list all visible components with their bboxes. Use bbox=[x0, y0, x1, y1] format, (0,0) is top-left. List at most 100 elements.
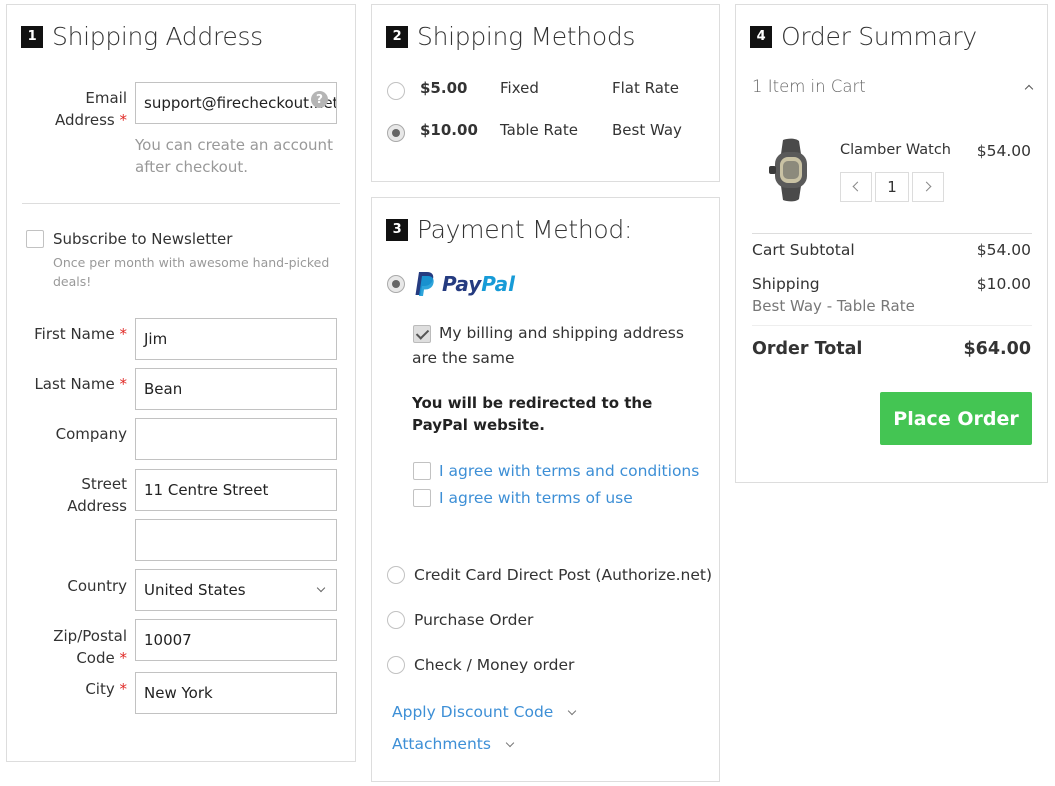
paypal-logo[interactable]: Pay Pal bbox=[414, 271, 515, 297]
payment-option-label[interactable]: Credit Card Direct Post (Authorize.net) bbox=[414, 564, 712, 586]
shipping-methods-panel: 2 Shipping Methods $5.00 Fixed Flat Rate… bbox=[371, 4, 720, 182]
street-label-line2: Address bbox=[67, 497, 127, 515]
shipping-address-heading: 1 Shipping Address bbox=[21, 22, 263, 51]
last-name-label: Last Name * bbox=[27, 373, 127, 395]
email-value: support@firecheckout.net bbox=[144, 94, 337, 112]
chevron-down-icon bbox=[316, 583, 326, 593]
help-icon[interactable]: ? bbox=[311, 91, 328, 108]
payment-option-label[interactable]: Check / Money order bbox=[414, 654, 574, 676]
zip-label: Zip/Postal Code * bbox=[27, 625, 127, 669]
zip-field[interactable]: 10007 bbox=[135, 619, 337, 661]
section-title: Payment Method: bbox=[417, 215, 633, 244]
zip-label-line2: Code bbox=[76, 649, 115, 667]
product-price: $54.00 bbox=[976, 142, 1031, 160]
subtotal-label: Cart Subtotal bbox=[752, 241, 855, 259]
place-order-button[interactable]: Place Order bbox=[880, 392, 1032, 445]
first-name-field[interactable]: Jim bbox=[135, 318, 337, 360]
payment-option-radio[interactable] bbox=[387, 656, 405, 674]
payment-option-radio[interactable] bbox=[387, 611, 405, 629]
divider bbox=[22, 203, 340, 204]
last-name-label-text: Last Name bbox=[34, 375, 115, 393]
street-line-1-field[interactable]: 11 Centre Street bbox=[135, 469, 337, 511]
street-line-2-field[interactable] bbox=[135, 519, 337, 561]
shipping-label: Shipping bbox=[752, 275, 820, 293]
qty-value: 1 bbox=[887, 178, 897, 196]
email-label-line1: Email bbox=[85, 89, 127, 107]
step-number: 3 bbox=[386, 218, 408, 241]
email-hint: You can create an account after checkout… bbox=[135, 136, 333, 176]
divider bbox=[752, 233, 1032, 234]
attachments-link[interactable]: Attachments bbox=[392, 735, 491, 753]
attachments-toggle[interactable]: Attachments bbox=[392, 735, 515, 753]
required-asterisk: * bbox=[119, 680, 128, 698]
shipping-method-name: Table Rate bbox=[500, 121, 578, 139]
order-summary-heading: 4 Order Summary bbox=[750, 22, 977, 51]
shipping-method-radio[interactable] bbox=[387, 124, 405, 142]
first-name-value: Jim bbox=[144, 330, 168, 348]
chevron-right-icon bbox=[921, 181, 932, 192]
last-name-value: Bean bbox=[144, 380, 183, 398]
payment-option-radio[interactable] bbox=[387, 566, 405, 584]
shipping-method-radio[interactable] bbox=[387, 82, 405, 100]
divider bbox=[752, 325, 1032, 326]
qty-input[interactable]: 1 bbox=[875, 172, 909, 202]
paypal-redirect-note: You will be redirected to the PayPal web… bbox=[412, 394, 653, 434]
paypal-radio[interactable] bbox=[387, 275, 405, 293]
shipping-method-row[interactable]: $10.00 Table Rate Best Way bbox=[372, 119, 719, 147]
street-label: Street Address bbox=[27, 473, 127, 517]
order-total-label: Order Total bbox=[752, 339, 863, 359]
subtotal-value: $54.00 bbox=[976, 241, 1031, 259]
company-field[interactable] bbox=[135, 418, 337, 460]
first-name-label: First Name * bbox=[27, 323, 127, 345]
required-asterisk: * bbox=[119, 375, 128, 393]
zip-value: 10007 bbox=[144, 631, 192, 649]
email-label-line2: Address bbox=[54, 111, 115, 129]
email-field[interactable]: support@firecheckout.net bbox=[135, 82, 337, 124]
country-select[interactable]: United States bbox=[135, 569, 337, 611]
chevron-left-icon bbox=[852, 181, 863, 192]
section-title: Shipping Address bbox=[52, 22, 263, 51]
country-label: Country bbox=[67, 577, 127, 595]
payment-option-label[interactable]: Purchase Order bbox=[414, 609, 533, 631]
step-number: 2 bbox=[386, 25, 408, 48]
required-asterisk: * bbox=[119, 111, 128, 129]
chevron-down-icon bbox=[505, 738, 515, 747]
step-number: 1 bbox=[21, 25, 43, 48]
agree-use-checkbox[interactable] bbox=[413, 489, 431, 507]
shipping-method-price: $5.00 bbox=[420, 79, 468, 97]
shipping-method-name: Fixed bbox=[500, 79, 539, 97]
last-name-field[interactable]: Bean bbox=[135, 368, 337, 410]
qty-increase-button[interactable] bbox=[912, 172, 944, 202]
paypal-icon bbox=[415, 272, 434, 296]
city-label: City * bbox=[27, 678, 127, 700]
shipping-carrier-name: Flat Rate bbox=[612, 79, 680, 97]
same-address-label[interactable]: My billing and shipping address are the … bbox=[412, 321, 712, 371]
apply-discount-toggle[interactable]: Apply Discount Code bbox=[392, 703, 577, 721]
required-asterisk: * bbox=[119, 649, 128, 667]
agree-use-link[interactable]: I agree with terms of use bbox=[439, 487, 633, 509]
street-line-1-value: 11 Centre Street bbox=[144, 481, 269, 499]
product-image bbox=[769, 138, 807, 202]
items-in-cart: 1 Item in Cart bbox=[752, 77, 866, 96]
city-field[interactable]: New York bbox=[135, 672, 337, 714]
zip-label-line1: Zip/Postal bbox=[53, 627, 127, 645]
apply-discount-link[interactable]: Apply Discount Code bbox=[392, 703, 553, 721]
qty-decrease-button[interactable] bbox=[840, 172, 872, 202]
city-label-text: City bbox=[85, 680, 115, 698]
newsletter-hint: Once per month with awesome hand-picked … bbox=[53, 255, 330, 289]
chevron-down-icon bbox=[568, 706, 577, 715]
agree-terms-checkbox[interactable] bbox=[413, 462, 431, 480]
shipping-method-price: $10.00 bbox=[420, 121, 478, 139]
required-asterisk: * bbox=[119, 325, 128, 343]
cart-items-toggle[interactable]: 1 Item in Cart bbox=[752, 77, 1034, 103]
shipping-method-row[interactable]: $5.00 Fixed Flat Rate bbox=[372, 77, 719, 105]
order-summary-panel: 4 Order Summary 1 Item in Cart Clamber W… bbox=[735, 4, 1048, 483]
shipping-value: $10.00 bbox=[976, 275, 1031, 293]
shipping-methods-heading: 2 Shipping Methods bbox=[386, 22, 635, 51]
agree-terms-link[interactable]: I agree with terms and conditions bbox=[439, 460, 699, 482]
newsletter-checkbox[interactable] bbox=[26, 230, 44, 248]
order-total-value: $64.00 bbox=[963, 339, 1031, 359]
email-label: Email Address * bbox=[27, 87, 127, 131]
paypal-wordmark-pay: Pay bbox=[442, 272, 482, 296]
newsletter-label[interactable]: Subscribe to Newsletter bbox=[53, 228, 232, 250]
